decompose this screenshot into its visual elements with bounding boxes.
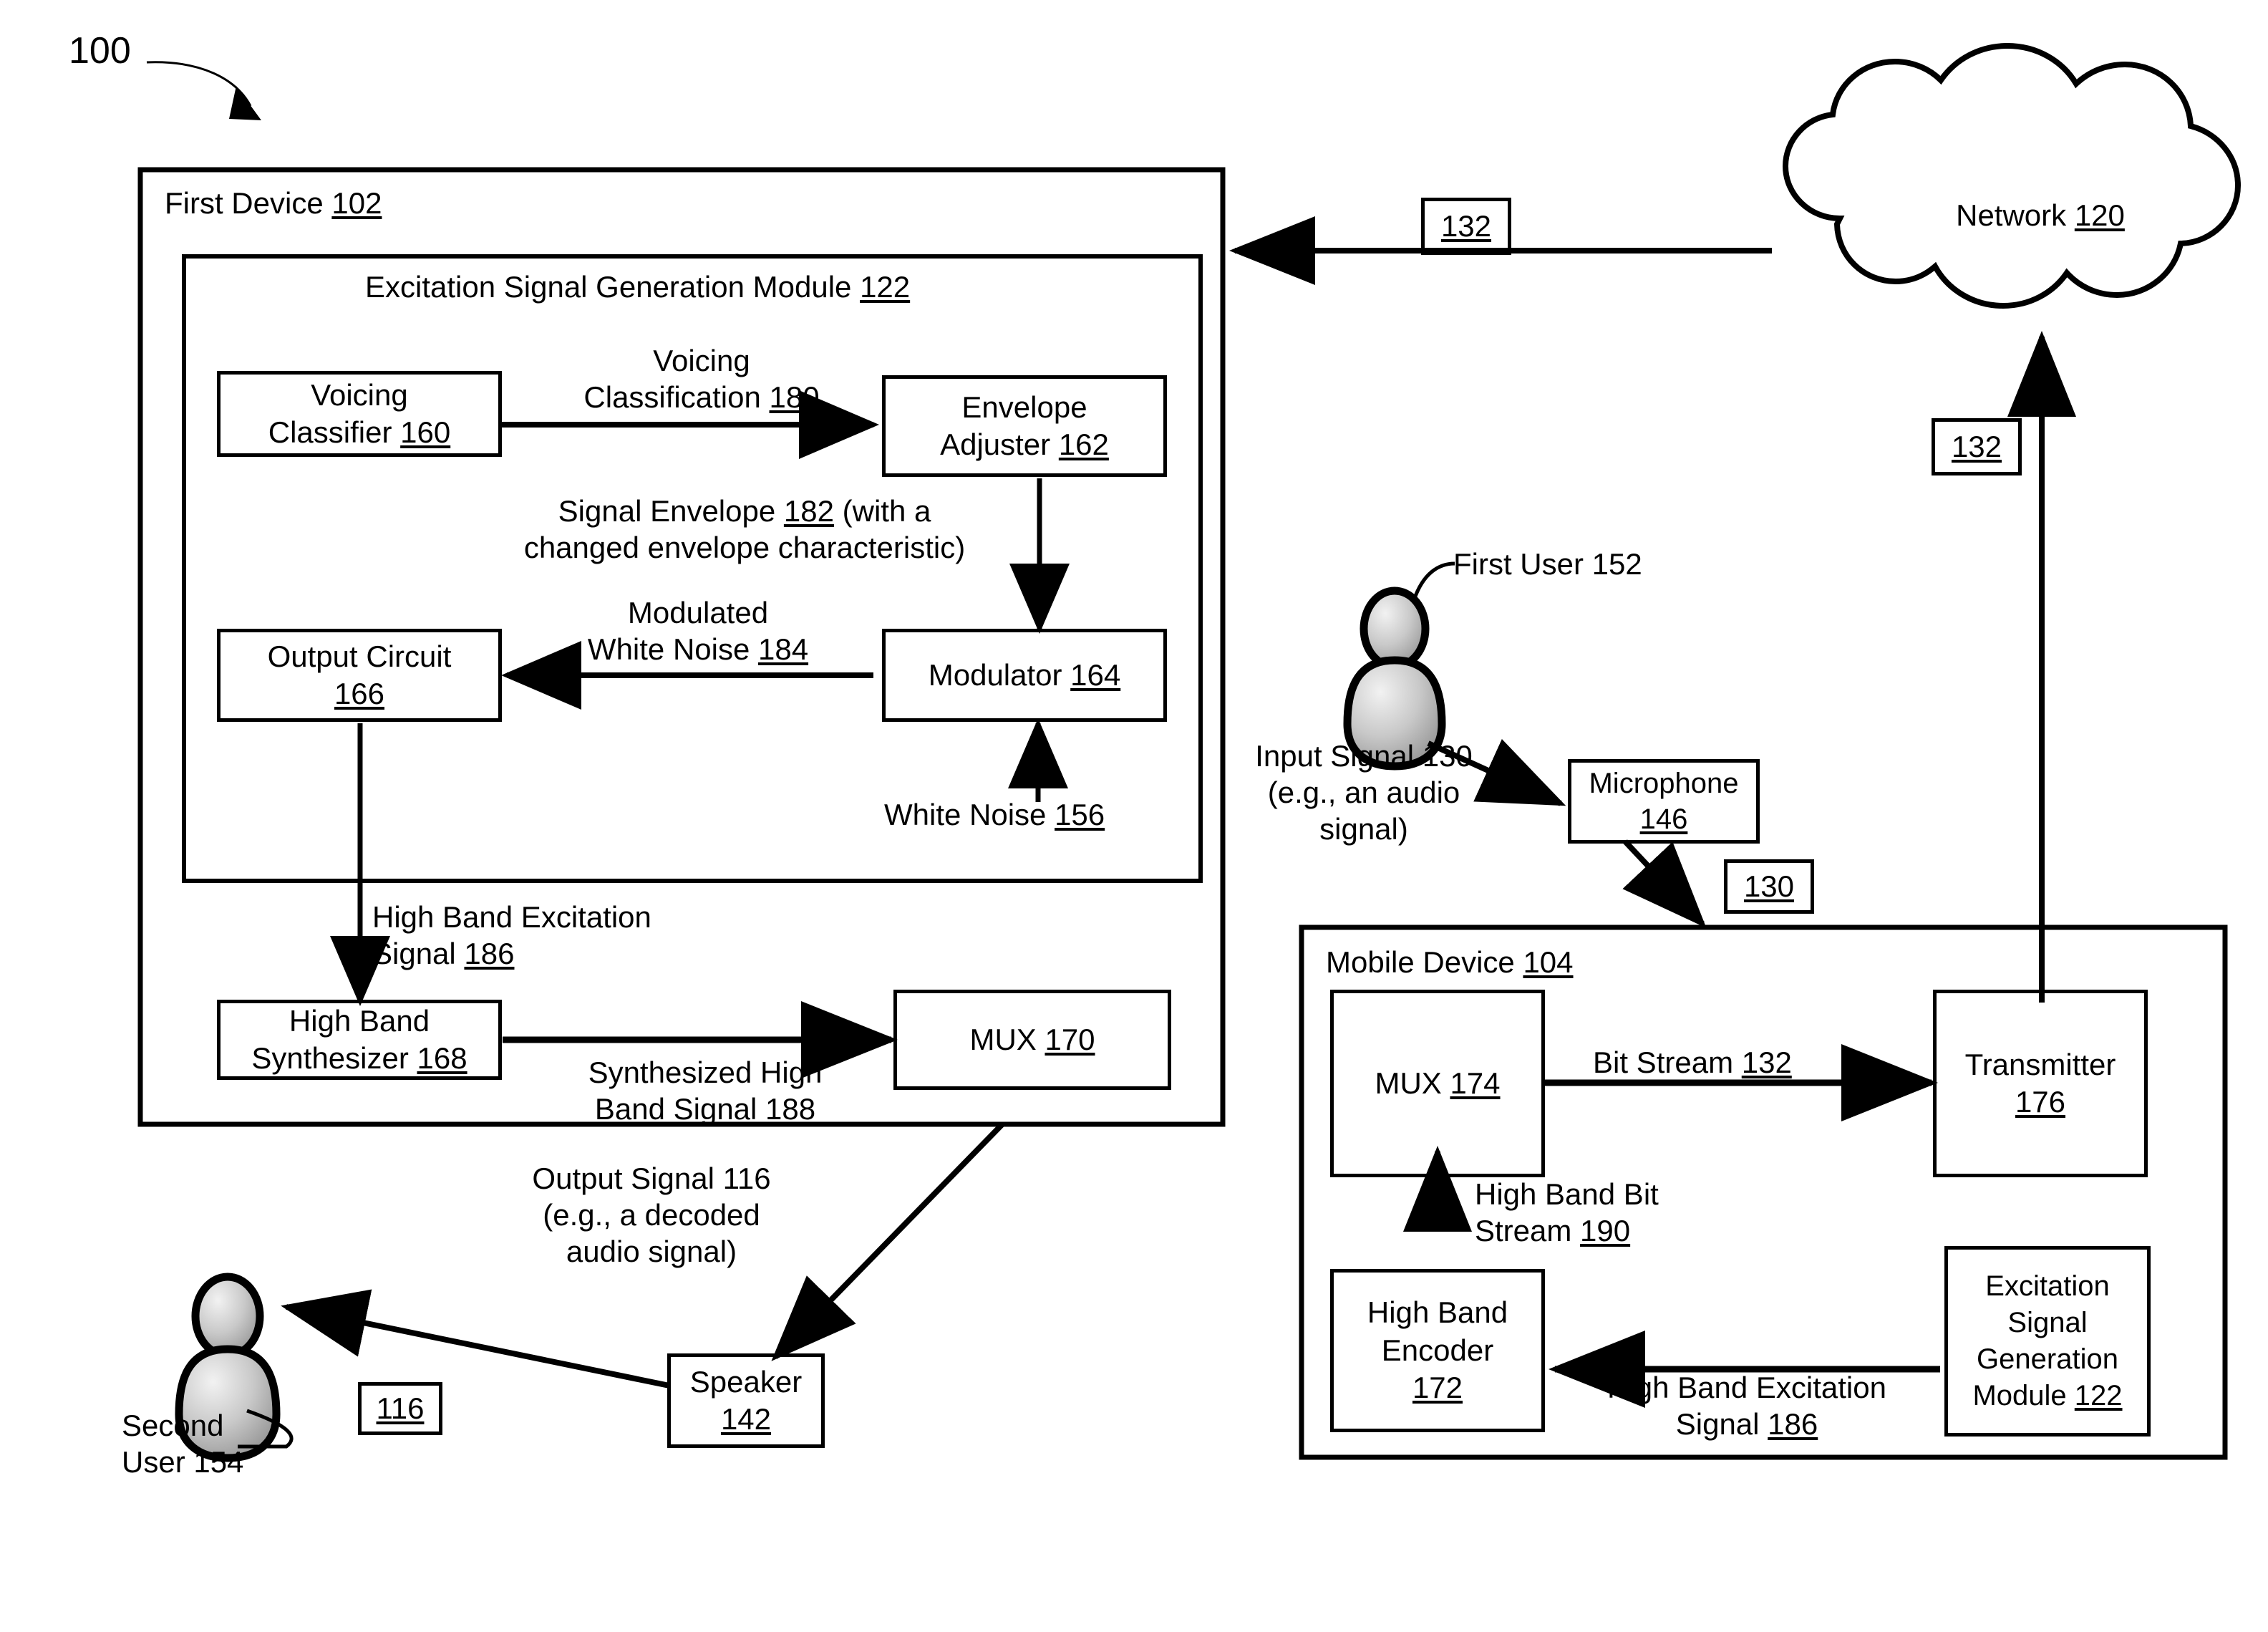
mux-170-label: MUX 170 (969, 1022, 1095, 1056)
voicing-classifier-label: Voicing Classifier 160 (268, 377, 451, 450)
envelope-adjuster-label: Envelope Adjuster 162 (940, 390, 1109, 462)
high-band-excitation-signal-mobile-label: High Band Excitation Signal 186 (1607, 1371, 1886, 1442)
input-signal-label: Input Signal 130 (e.g., an audio signal) (1255, 739, 1473, 846)
network-cloud (1782, 42, 2242, 309)
ref-tag-130: 130 (1724, 859, 1814, 914)
voicing-classification-label: Voicing Classification 180 (583, 344, 820, 415)
patent-figure-canvas: 100 First Device 102 Excitation Signal G… (0, 0, 2268, 1632)
excitation-module-title: Excitation Signal Generation Module 122 (365, 270, 911, 304)
mux-174-label: MUX 174 (1375, 1066, 1501, 1100)
bit-stream-label: Bit Stream 132 (1593, 1046, 1792, 1079)
second-user-label: Second User 154 (122, 1409, 244, 1479)
ref-tag-116: 116 (358, 1382, 442, 1435)
ref-tag-132-lower: 132 (1932, 418, 2022, 475)
first-device-title: First Device 102 (165, 186, 382, 220)
speaker-label: Speaker 142 (689, 1364, 803, 1437)
mobile-device-title: Mobile Device 104 (1326, 945, 1574, 979)
excitation-module-mobile-label: Excitation Signal Generation Module 122 (1972, 1270, 2123, 1412)
microphone-label: Microphone 146 (1589, 768, 1739, 835)
modulated-white-noise-label: Modulated White Noise 184 (587, 596, 809, 667)
ref-tag-132-upper: 132 (1421, 198, 1511, 255)
high-band-excitation-signal-label: High Band Excitation Signal 186 (372, 900, 651, 971)
network-label: Network 120 (1956, 198, 2125, 232)
white-noise-label: White Noise 156 (884, 798, 1105, 831)
synthesized-high-band-signal-label: Synthesized High Band Signal 188 (588, 1056, 823, 1126)
figure-number: 100 (69, 30, 131, 72)
transmitter-label: Transmitter 176 (1964, 1047, 2116, 1119)
modulator-label: Modulator 164 (928, 657, 1121, 692)
signal-envelope-label: Signal Envelope 182 (with a changed envel… (523, 494, 966, 565)
first-user-label: First User 152 (1453, 547, 1642, 581)
high-band-encoder-label: High Band Encoder 172 (1367, 1295, 1508, 1405)
high-band-synthesizer-label: High Band Synthesizer 168 (251, 1003, 467, 1076)
high-band-bit-stream-label: High Band Bit Stream 190 (1475, 1177, 1659, 1248)
output-signal-label: Output Signal 116 (e.g., a decoded audio s… (532, 1162, 771, 1269)
output-circuit-label: Output Circuit 166 (267, 639, 452, 711)
